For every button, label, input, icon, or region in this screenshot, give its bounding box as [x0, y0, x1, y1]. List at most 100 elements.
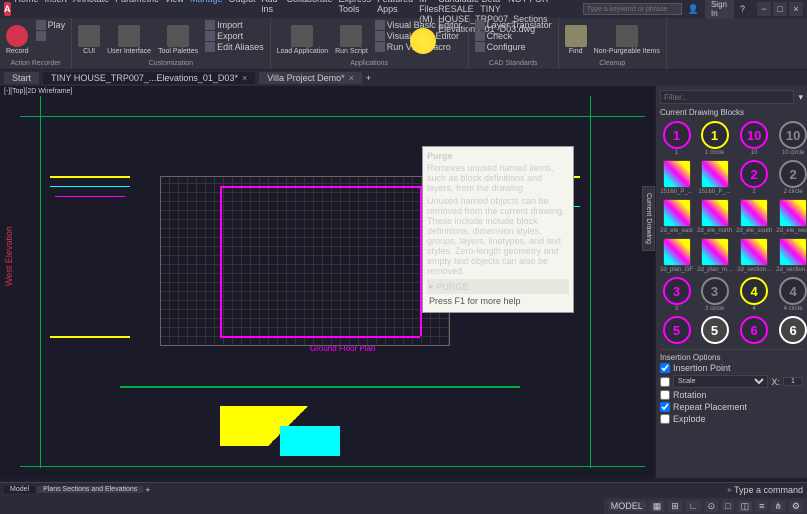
layer-icon: [475, 20, 485, 30]
cui-button[interactable]: CUI: [76, 20, 102, 59]
vba-icon: [375, 42, 385, 52]
filter-dropdown-icon[interactable]: ▾: [798, 92, 803, 103]
palette-filter-input[interactable]: [660, 90, 794, 104]
tab-start[interactable]: Start: [4, 72, 39, 84]
block-item[interactable]: 5: [660, 316, 693, 345]
block-thumb: [779, 199, 807, 227]
script-icon: [340, 25, 362, 47]
block-item[interactable]: 15160_P_...: [697, 160, 732, 195]
ar-dropdown[interactable]: [34, 31, 68, 41]
aliases-button[interactable]: Edit Aliases: [203, 42, 266, 52]
block-item[interactable]: 33 circle: [697, 277, 732, 312]
signin-button[interactable]: Sign In: [705, 0, 734, 19]
minimize-button[interactable]: −: [757, 2, 771, 16]
block-item[interactable]: 2d_section...: [736, 238, 772, 273]
block-thumb: [663, 199, 691, 227]
block-item[interactable]: 2d_section...: [776, 238, 807, 273]
layout-sheets[interactable]: Plans Sections and Elevations: [37, 486, 143, 493]
load-icon: [291, 25, 313, 47]
dropdown-icon: [36, 31, 46, 41]
scale-select[interactable]: Scale: [673, 375, 768, 388]
find-button[interactable]: Find: [563, 20, 589, 59]
close-icon[interactable]: ×: [242, 73, 247, 83]
block-item[interactable]: 6: [736, 316, 772, 345]
block-item[interactable]: 2d_plan_m...: [697, 238, 732, 273]
block-item[interactable]: 1010: [736, 121, 772, 156]
block-label: 2d_section...: [776, 267, 807, 273]
help-icon[interactable]: ?: [740, 4, 745, 14]
block-thumb: 2: [779, 160, 807, 188]
purge-highlight[interactable]: [410, 28, 436, 54]
load-app-button[interactable]: Load Application: [275, 20, 330, 59]
status-ortho-icon[interactable]: ∟: [686, 501, 701, 511]
status-grid-icon[interactable]: ▦: [650, 501, 665, 512]
palette-vtab-current[interactable]: Current Drawing: [642, 186, 655, 251]
block-thumb: [663, 160, 691, 188]
block-item[interactable]: 2d_plan_GF: [660, 238, 693, 273]
block-item[interactable]: 5: [697, 316, 732, 345]
viewport-label[interactable]: [-][Top][2D Wireframe]: [4, 88, 72, 95]
status-gear-icon[interactable]: ⚙: [789, 501, 803, 512]
status-anno-icon[interactable]: ⋔: [771, 501, 785, 512]
status-snap-icon[interactable]: ⊞: [668, 501, 682, 512]
record-button[interactable]: Record: [4, 20, 31, 59]
block-label: 2: [752, 189, 755, 195]
block-label: 15160_P_...: [660, 189, 692, 195]
ui-button[interactable]: User Interface: [105, 20, 153, 59]
play-icon: [36, 20, 46, 30]
close-icon[interactable]: ×: [349, 73, 354, 83]
signin-icon[interactable]: 👤: [688, 4, 699, 15]
layer-translator-button[interactable]: Layer Translator: [473, 20, 554, 30]
block-item[interactable]: 44 circle: [776, 277, 807, 312]
status-lweight-icon[interactable]: ≡: [756, 501, 767, 511]
play-button[interactable]: Play: [34, 20, 68, 30]
block-thumb: [740, 238, 768, 266]
block-item[interactable]: 2d_ele_north: [697, 199, 732, 234]
maximize-button[interactable]: □: [773, 2, 787, 16]
rotation-check[interactable]: [660, 390, 670, 400]
explode-check[interactable]: [660, 414, 670, 424]
import-button[interactable]: Import: [203, 20, 266, 30]
cmd-prefix: ⫸: [727, 485, 732, 495]
nonpurge-button[interactable]: Non-Purgeable Items: [592, 20, 662, 59]
block-thumb: [779, 238, 807, 266]
block-item[interactable]: 11: [660, 121, 693, 156]
block-thumb: 3: [701, 277, 729, 305]
block-item[interactable]: 15160_P_...: [660, 160, 693, 195]
block-item[interactable]: 2d_ele_west: [776, 199, 807, 234]
block-item[interactable]: 2d_ele_south: [736, 199, 772, 234]
search-input[interactable]: [583, 3, 682, 15]
block-thumb: 1: [663, 121, 691, 149]
status-osnap-icon[interactable]: □: [722, 501, 733, 511]
scale-check[interactable]: [660, 377, 670, 387]
add-layout-button[interactable]: +: [145, 485, 150, 495]
tab-file-1[interactable]: TINY HOUSE_TRP007_...Elevations_01_D03*×: [43, 72, 255, 84]
status-3dsnap-icon[interactable]: ◫: [738, 501, 753, 512]
block-item[interactable]: 22 circle: [776, 160, 807, 195]
insertion-point-check[interactable]: [660, 363, 670, 373]
tab-file-2[interactable]: Villa Project Demo*×: [259, 72, 362, 84]
block-item[interactable]: 2d_ele_east: [660, 199, 693, 234]
close-button[interactable]: ×: [789, 2, 803, 16]
new-tab-button[interactable]: +: [366, 73, 371, 83]
status-polar-icon[interactable]: ⊙: [705, 501, 719, 512]
block-item[interactable]: 11 circle: [697, 121, 732, 156]
export-button[interactable]: Export: [203, 31, 266, 41]
status-model[interactable]: MODEL: [608, 501, 646, 511]
check-button[interactable]: Check: [473, 31, 554, 41]
configure-button[interactable]: Configure: [473, 42, 554, 52]
repeat-check[interactable]: [660, 402, 670, 412]
block-thumb: 10: [740, 121, 768, 149]
block-item[interactable]: 44: [736, 277, 772, 312]
block-item[interactable]: 33: [660, 277, 693, 312]
command-input[interactable]: Type a command: [734, 485, 803, 495]
drawing-canvas[interactable]: [-][Top][2D Wireframe] West Elevation Gr…: [0, 86, 655, 478]
block-label: 3 circle: [705, 306, 724, 312]
block-item[interactable]: 22: [736, 160, 772, 195]
app-logo[interactable]: A: [4, 2, 11, 16]
layout-model[interactable]: Model: [4, 486, 35, 493]
block-item[interactable]: 6: [776, 316, 807, 345]
block-item[interactable]: 1010 circle: [776, 121, 807, 156]
palettes-button[interactable]: Tool Palettes: [156, 20, 200, 59]
run-script-button[interactable]: Run Script: [333, 20, 370, 59]
